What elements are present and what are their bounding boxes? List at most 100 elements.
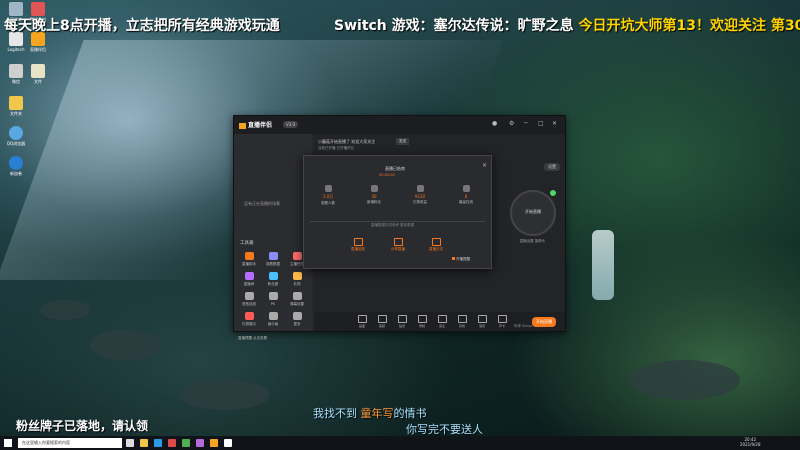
tool-item[interactable]: 更多 bbox=[286, 312, 308, 327]
logitech-icon[interactable]: Logitech bbox=[4, 32, 28, 52]
app-icon[interactable] bbox=[224, 439, 232, 447]
overlay-game-text: Switch 游戏：塞尔达传说：旷野之息 今日开坑大师第13！欢迎关注 第30天 bbox=[334, 15, 800, 35]
dialog-action[interactable]: 分享直播 bbox=[386, 238, 410, 252]
toolbar-icon bbox=[437, 315, 447, 323]
tool-item[interactable]: 语音连线 bbox=[238, 292, 260, 307]
tool-item[interactable]: 粉丝团 bbox=[262, 272, 284, 287]
dialog-action[interactable]: 直播日志 bbox=[424, 238, 448, 252]
clock-date: 2021/9/28 bbox=[740, 442, 761, 447]
sub-notice: 当前已开播 已开播时长 bbox=[318, 146, 355, 150]
stat-label: 礼物收益 bbox=[413, 200, 427, 204]
toolbar-item[interactable]: 声卡 bbox=[494, 315, 510, 328]
tool-label: PK bbox=[270, 302, 276, 306]
lyric-part: 的情书 bbox=[393, 407, 427, 420]
stat-item: 1.0万 观看人数 bbox=[314, 185, 342, 206]
toolbar-item[interactable]: 混音 bbox=[474, 315, 490, 328]
tool-item[interactable]: 画中画 bbox=[262, 312, 284, 327]
edge-icon[interactable] bbox=[154, 439, 162, 447]
toolbar-item[interactable]: 音效 bbox=[454, 315, 470, 328]
taskbar: 在这里输入你要搜索的内容 20:42 2021/9/28 bbox=[0, 436, 800, 450]
rock bbox=[40, 300, 90, 320]
qq-browser-icon[interactable]: QQ浏览器 bbox=[4, 126, 28, 147]
task-view-icon[interactable] bbox=[126, 439, 134, 447]
app-icon[interactable] bbox=[168, 439, 176, 447]
app-icon[interactable] bbox=[196, 439, 204, 447]
toolbar-item[interactable]: 贴纸 bbox=[394, 315, 410, 328]
tool-label: 直播助手 bbox=[242, 262, 256, 266]
tool-icon bbox=[268, 252, 278, 260]
remind-checkbox[interactable]: 开播提醒 bbox=[452, 257, 470, 262]
minimize-icon[interactable]: ─ bbox=[524, 121, 528, 127]
tool-item[interactable]: 直播助手 bbox=[238, 252, 260, 267]
live-companion-taskbar-icon[interactable] bbox=[210, 439, 218, 447]
stat-icon bbox=[324, 185, 332, 192]
tool-icon bbox=[244, 292, 254, 300]
tool-item[interactable]: 弹幕设置 bbox=[286, 292, 308, 307]
send-button[interactable]: 发送 bbox=[396, 138, 409, 145]
toolbar-label: 混音 bbox=[478, 324, 485, 328]
toolbar-item[interactable]: 美颜 bbox=[374, 315, 390, 328]
toolbar-item[interactable]: 画面 bbox=[354, 315, 370, 328]
wechat-icon[interactable]: 微信 bbox=[4, 64, 28, 85]
tool-label: 直播间 bbox=[243, 282, 255, 286]
windows-start-icon[interactable] bbox=[4, 439, 12, 447]
live-ended-dialog: 直播已结束 00:00:00 × 1.0万 观看人数 30 新增粉丝 ¥120 礼物收… bbox=[303, 155, 492, 269]
tool-label: 画中画 bbox=[267, 322, 279, 326]
desktop-icon-label: 微信 bbox=[12, 79, 20, 84]
file-icon[interactable]: 文件 bbox=[26, 64, 50, 85]
desktop-icon-label: QQ浏览器 bbox=[6, 141, 26, 146]
toolbar-item[interactable]: 录制 bbox=[414, 315, 430, 328]
lyric-part: 我找不到 bbox=[313, 407, 357, 420]
tool-item[interactable]: 礼物 bbox=[286, 272, 308, 287]
desktop-icon-label: 直播伴侣 bbox=[30, 47, 46, 52]
tool-label: 语音连线 bbox=[242, 302, 256, 306]
dialog-divider bbox=[310, 221, 485, 222]
tool-icon bbox=[244, 312, 254, 320]
tool-item[interactable]: 礼物展示 bbox=[238, 312, 260, 327]
start-live-button[interactable]: 开始直播 bbox=[532, 317, 556, 327]
toolbar-item[interactable]: 连麦 bbox=[434, 315, 450, 328]
drive-glyph bbox=[9, 156, 23, 170]
drive-icon[interactable]: 新加卷 bbox=[4, 156, 28, 177]
explorer-icon[interactable] bbox=[140, 439, 148, 447]
toolbar-icon bbox=[417, 315, 427, 323]
version-badge[interactable]: V3.0 bbox=[283, 121, 299, 128]
close-icon[interactable]: ✕ bbox=[552, 121, 557, 127]
toolbar-label: 音效 bbox=[458, 324, 465, 328]
app-icon[interactable] bbox=[182, 439, 190, 447]
toolbar-icon bbox=[457, 315, 467, 323]
stat-value: 1.0万 bbox=[322, 194, 334, 199]
toolbar-icon bbox=[377, 315, 387, 323]
dialog-action[interactable]: 直播回放 bbox=[346, 238, 370, 252]
lyric-line-1: 我找不到 童年写的情书 bbox=[313, 405, 427, 421]
tool-icon bbox=[292, 292, 302, 300]
desktop-icon-label: 文件夹 bbox=[10, 111, 22, 116]
app-logo-text: 直播伴侣 bbox=[248, 122, 273, 129]
system-clock[interactable]: 20:42 2021/9/28 bbox=[740, 437, 761, 447]
avatar[interactable]: ● bbox=[492, 121, 497, 127]
stat-item: 30 新增粉丝 bbox=[360, 185, 388, 205]
settings-button[interactable]: 设置 bbox=[544, 163, 560, 171]
tool-item[interactable]: PK bbox=[262, 292, 284, 306]
bottom-notice[interactable]: 直播提醒 点击查看 bbox=[238, 336, 267, 341]
tools-title: 工具箱 bbox=[240, 241, 254, 246]
live-companion-icon[interactable]: 直播伴侣 bbox=[26, 32, 50, 53]
desktop-icon-label: 新加卷 bbox=[10, 171, 22, 176]
tencent-docs-glyph bbox=[31, 2, 45, 16]
tool-item[interactable]: 观看数据 bbox=[262, 252, 284, 267]
tool-item[interactable]: 直播间 bbox=[238, 272, 260, 287]
stat-label: 新增粉丝 bbox=[367, 200, 381, 204]
action-label: 直播日志 bbox=[429, 247, 443, 251]
tool-icon bbox=[244, 252, 254, 260]
settings-icon[interactable]: ⚙ bbox=[509, 121, 514, 127]
dialog-close-icon[interactable]: × bbox=[482, 162, 487, 169]
start-live-circle[interactable]: 开始直播 bbox=[510, 190, 556, 236]
taskbar-search[interactable]: 在这里输入你要搜索的内容 bbox=[18, 438, 122, 448]
folder-icon[interactable]: 文件夹 bbox=[4, 96, 28, 117]
toolbar-label: 画面 bbox=[358, 324, 365, 328]
dialog-title: 直播已结束 bbox=[385, 166, 405, 171]
dialog-duration: 00:00:00 bbox=[379, 173, 395, 177]
maximize-icon[interactable]: □ bbox=[538, 121, 544, 127]
toolbar-icon bbox=[357, 315, 367, 323]
checkbox-label: 开播提醒 bbox=[456, 257, 470, 261]
